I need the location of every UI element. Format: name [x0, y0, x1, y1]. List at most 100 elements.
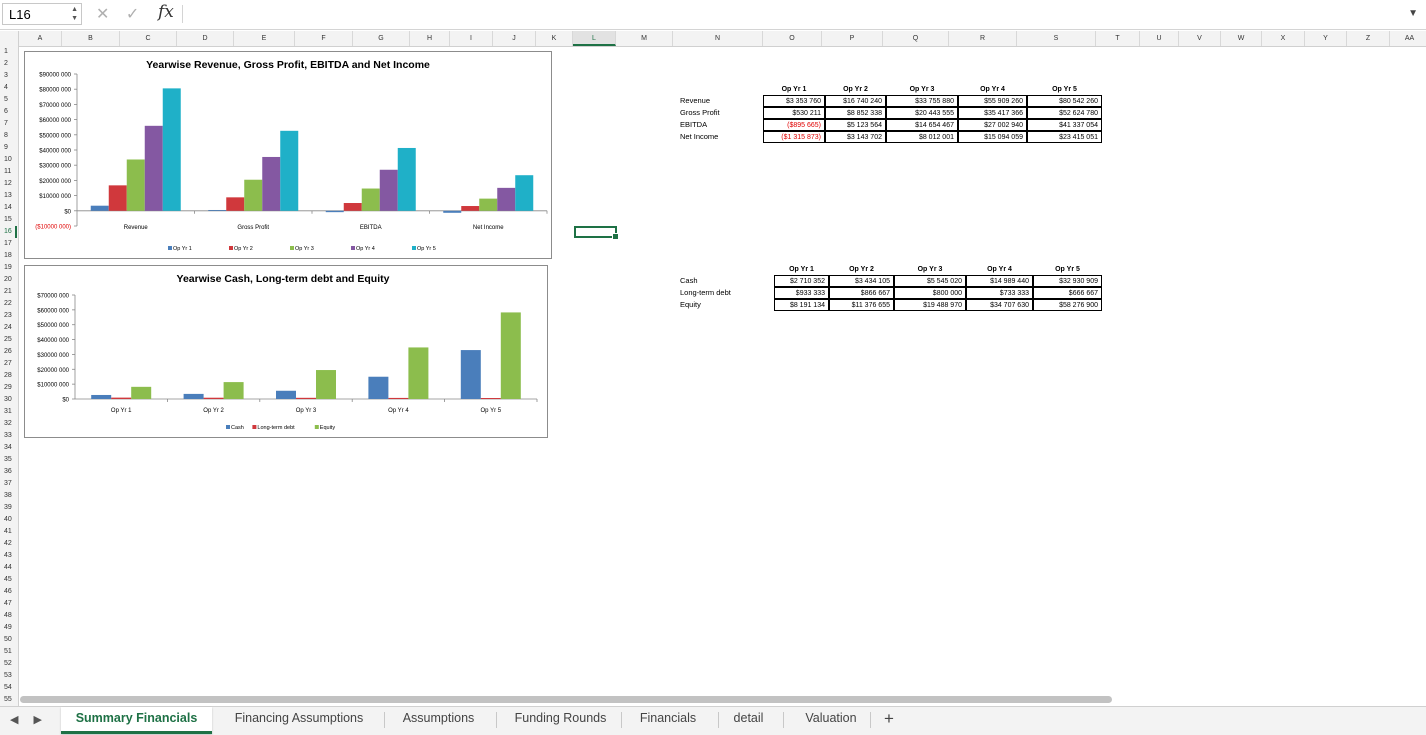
row-header-8[interactable]: 8: [0, 130, 17, 142]
column-header-t[interactable]: T: [1096, 31, 1140, 46]
income-cell-ebitda-4[interactable]: $27 002 940: [958, 119, 1027, 131]
row-header-43[interactable]: 43: [0, 550, 17, 562]
row-header-51[interactable]: 51: [0, 646, 17, 658]
row-header-42[interactable]: 42: [0, 538, 17, 550]
row-header-22[interactable]: 22: [0, 298, 17, 310]
prev-sheet-icon[interactable]: ◀: [10, 714, 18, 726]
row-header-39[interactable]: 39: [0, 502, 17, 514]
balance-cell-equity-3[interactable]: $19 488 970: [894, 299, 966, 311]
income-cell-ebitda-2[interactable]: $5 123 564: [825, 119, 886, 131]
column-header-o[interactable]: O: [763, 31, 822, 46]
income-cell-net-income-3[interactable]: $8 012 001: [886, 131, 958, 143]
income-cell-gross-profit-5[interactable]: $52 624 780: [1027, 107, 1102, 119]
row-header-26[interactable]: 26: [0, 346, 17, 358]
row-header-36[interactable]: 36: [0, 466, 17, 478]
row-header-2[interactable]: 2: [0, 58, 17, 70]
income-cell-gross-profit-4[interactable]: $35 417 366: [958, 107, 1027, 119]
row-header-3[interactable]: 3: [0, 70, 17, 82]
revenue-chart[interactable]: Yearwise Revenue, Gross Profit, EBITDA a…: [24, 51, 552, 259]
sheet-tab-financials[interactable]: Financials: [623, 707, 713, 731]
column-header-i[interactable]: I: [450, 31, 493, 46]
row-header-32[interactable]: 32: [0, 418, 17, 430]
income-cell-revenue-2[interactable]: $16 740 240: [825, 95, 886, 107]
row-header-33[interactable]: 33: [0, 430, 17, 442]
column-header-j[interactable]: J: [493, 31, 536, 46]
name-box[interactable]: L16 ▲ ▼: [2, 3, 82, 25]
row-header-12[interactable]: 12: [0, 178, 17, 190]
column-header-f[interactable]: F: [295, 31, 353, 46]
row-header-18[interactable]: 18: [0, 250, 17, 262]
next-sheet-icon[interactable]: ▶: [34, 714, 42, 726]
row-header-52[interactable]: 52: [0, 658, 17, 670]
row-header-5[interactable]: 5: [0, 94, 17, 106]
row-header-38[interactable]: 38: [0, 490, 17, 502]
enter-icon[interactable]: ✓: [126, 6, 139, 23]
row-header-4[interactable]: 4: [0, 82, 17, 94]
income-cell-gross-profit-3[interactable]: $20 443 555: [886, 107, 958, 119]
column-header-l[interactable]: L: [573, 31, 616, 46]
column-header-p[interactable]: P: [822, 31, 883, 46]
balance-cell-equity-5[interactable]: $58 276 900: [1033, 299, 1102, 311]
row-header-34[interactable]: 34: [0, 442, 17, 454]
row-header-10[interactable]: 10: [0, 154, 17, 166]
income-cell-gross-profit-1[interactable]: $530 211: [763, 107, 825, 119]
balance-cell-long-term-debt-5[interactable]: $666 667: [1033, 287, 1102, 299]
row-header-40[interactable]: 40: [0, 514, 17, 526]
sheet-tab-financing-assumptions[interactable]: Financing Assumptions: [221, 707, 377, 731]
column-header-n[interactable]: N: [673, 31, 763, 46]
active-cell-L16[interactable]: [574, 226, 619, 240]
sheet-tab-summary-financials[interactable]: Summary Financials: [61, 707, 212, 734]
income-cell-gross-profit-2[interactable]: $8 852 338: [825, 107, 886, 119]
income-cell-ebitda-1[interactable]: ($895 665): [763, 119, 825, 131]
balance-cell-equity-2[interactable]: $11 376 655: [829, 299, 894, 311]
row-header-15[interactable]: 15: [0, 214, 17, 226]
income-cell-revenue-3[interactable]: $33 755 880: [886, 95, 958, 107]
row-header-13[interactable]: 13: [0, 190, 17, 202]
name-box-stepper-icon[interactable]: ▲ ▼: [71, 5, 78, 23]
row-header-27[interactable]: 27: [0, 358, 17, 370]
balance-cell-equity-4[interactable]: $34 707 630: [966, 299, 1033, 311]
balance-cell-long-term-debt-3[interactable]: $800 000: [894, 287, 966, 299]
column-header-aa[interactable]: AA: [1390, 31, 1426, 46]
income-cell-ebitda-3[interactable]: $14 654 467: [886, 119, 958, 131]
balance-cell-equity-1[interactable]: $8 191 134: [774, 299, 829, 311]
row-header-21[interactable]: 21: [0, 286, 17, 298]
column-header-y[interactable]: Y: [1305, 31, 1347, 46]
row-header-19[interactable]: 19: [0, 262, 17, 274]
expand-formula-icon[interactable]: ▼: [1408, 8, 1418, 19]
income-cell-net-income-1[interactable]: ($1 315 873): [763, 131, 825, 143]
column-header-g[interactable]: G: [353, 31, 410, 46]
row-header-55[interactable]: 55: [0, 694, 17, 706]
row-header-44[interactable]: 44: [0, 562, 17, 574]
row-header-20[interactable]: 20: [0, 274, 17, 286]
row-header-23[interactable]: 23: [0, 310, 17, 322]
balance-cell-long-term-debt-1[interactable]: $933 333: [774, 287, 829, 299]
sheet-tab-detail[interactable]: detail: [720, 707, 777, 731]
column-header-z[interactable]: Z: [1347, 31, 1390, 46]
balance-cell-cash-1[interactable]: $2 710 352: [774, 275, 829, 287]
row-header-14[interactable]: 14: [0, 202, 17, 214]
income-cell-net-income-5[interactable]: $23 415 051: [1027, 131, 1102, 143]
row-header-11[interactable]: 11: [0, 166, 17, 178]
income-cell-revenue-4[interactable]: $55 909 260: [958, 95, 1027, 107]
income-cell-ebitda-5[interactable]: $41 337 054: [1027, 119, 1102, 131]
row-header-37[interactable]: 37: [0, 478, 17, 490]
column-header-w[interactable]: W: [1221, 31, 1262, 46]
sheet-tab-funding-rounds[interactable]: Funding Rounds: [498, 707, 623, 731]
formula-input[interactable]: [186, 3, 1406, 25]
row-header-6[interactable]: 6: [0, 106, 17, 118]
column-header-u[interactable]: U: [1140, 31, 1179, 46]
balance-cell-cash-2[interactable]: $3 434 105: [829, 275, 894, 287]
income-cell-revenue-1[interactable]: $3 353 760: [763, 95, 825, 107]
row-header-30[interactable]: 30: [0, 394, 17, 406]
row-header-53[interactable]: 53: [0, 670, 17, 682]
column-header-c[interactable]: C: [120, 31, 177, 46]
income-cell-revenue-5[interactable]: $80 542 260: [1027, 95, 1102, 107]
column-header-v[interactable]: V: [1179, 31, 1221, 46]
cash-debt-equity-chart[interactable]: Yearwise Cash, Long-term debt and Equity…: [24, 265, 548, 438]
column-header-h[interactable]: H: [410, 31, 450, 46]
horizontal-scrollbar[interactable]: [20, 696, 1112, 703]
row-header-41[interactable]: 41: [0, 526, 17, 538]
row-header-54[interactable]: 54: [0, 682, 17, 694]
add-sheet-button[interactable]: +: [884, 709, 894, 729]
